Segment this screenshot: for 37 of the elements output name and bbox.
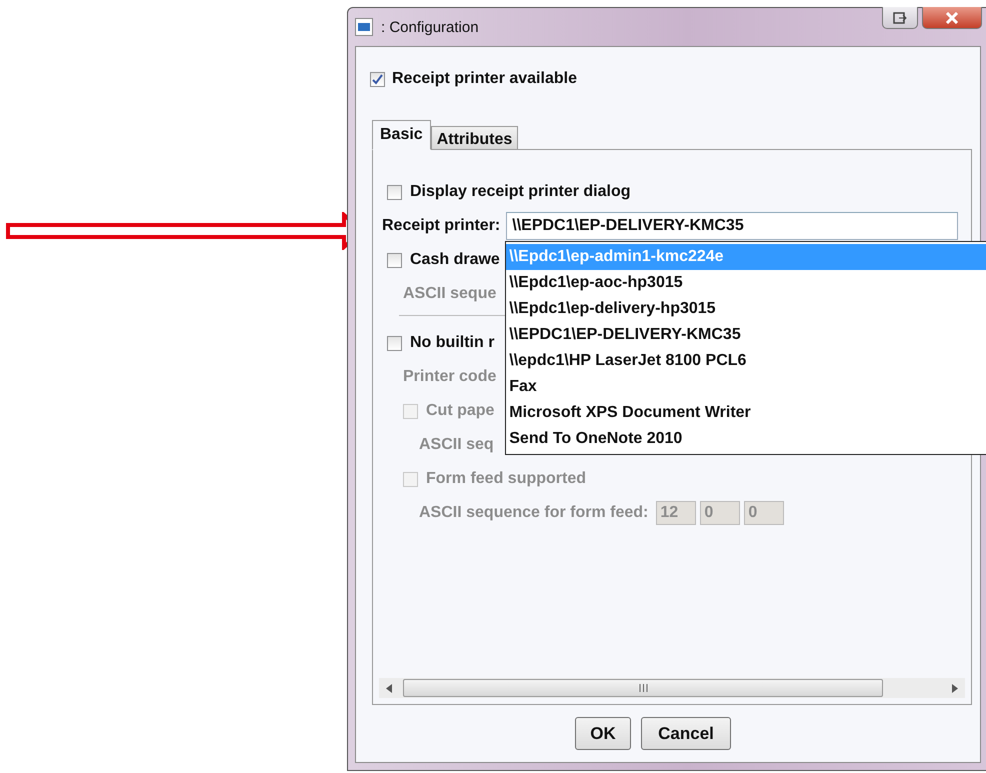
- checkbox[interactable]: [387, 252, 402, 268]
- horizontal-scrollbar[interactable]: [379, 678, 965, 698]
- field-label: ASCII sequence for form feed:: [419, 504, 648, 522]
- dropdown-option[interactable]: \\Epdc1\ep-aoc-hp3015: [506, 270, 986, 296]
- cancel-button[interactable]: Cancel: [641, 717, 731, 750]
- dropdown-option[interactable]: Fax: [506, 374, 986, 400]
- dropdown-option[interactable]: \\epdc1\HP LaserJet 8100 PCL6: [506, 348, 986, 374]
- checkbox-label: Form feed supported: [426, 470, 586, 488]
- field-label: Printer code: [403, 368, 496, 386]
- dropdown-option[interactable]: \\Epdc1\ep-delivery-hp3015: [506, 296, 986, 322]
- tab[interactable]: Attributes: [430, 126, 518, 150]
- checkbox[interactable]: [387, 336, 402, 350]
- checkbox-label: Cut pape: [426, 402, 494, 420]
- restore-icon: [893, 12, 907, 24]
- checkbox-label: No builtin r: [410, 334, 494, 352]
- field-label: ASCII seq: [419, 436, 494, 454]
- dropdown-option[interactable]: Microsoft XPS Document Writer: [506, 400, 986, 426]
- checkbox-label: Cash drawe: [410, 251, 500, 269]
- checkbox-label: Display receipt printer dialog: [410, 183, 630, 201]
- window-title: : Configuration: [381, 18, 479, 36]
- close-button[interactable]: [922, 7, 982, 29]
- close-icon: [945, 12, 959, 24]
- dropdown-option[interactable]: \\EPDC1\EP-DELIVERY-KMC35: [506, 322, 986, 348]
- restore-button[interactable]: [882, 7, 918, 29]
- app-icon: [355, 18, 373, 36]
- field-label: ASCII seque: [403, 285, 496, 303]
- grip-icon: [638, 684, 648, 692]
- tab[interactable]: Basic: [372, 120, 431, 150]
- scroll-left-icon[interactable]: [386, 684, 392, 692]
- dropdown-option[interactable]: Send To OneNote 2010: [506, 426, 986, 452]
- scroll-thumb[interactable]: [403, 679, 883, 697]
- field-label: Receipt printer:: [382, 217, 500, 235]
- checkbox-label: Receipt printer available: [392, 70, 577, 88]
- scroll-right-icon[interactable]: [952, 684, 958, 692]
- ok-button[interactable]: OK: [575, 717, 631, 750]
- checkbox[interactable]: [370, 72, 385, 86]
- checkbox[interactable]: [387, 184, 402, 200]
